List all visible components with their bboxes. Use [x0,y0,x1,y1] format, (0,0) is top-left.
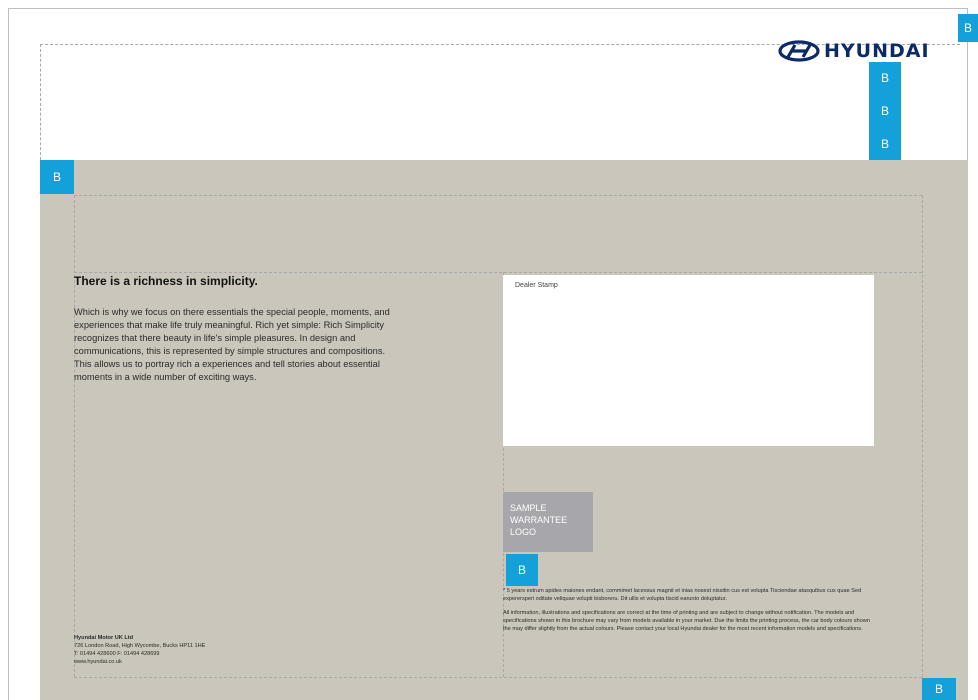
dealer-stamp-box: Dealer Stamp [503,275,874,446]
company-name: Hyundai Motor UK Ltd [74,635,134,641]
address-street: 726 London Road, High Wycombe, Bucks HP1… [74,643,206,649]
b-marker-label-3: B [880,136,889,151]
hyundai-logo: HYUNDAI [778,40,930,62]
headline: There is a richness in simplicity. [74,274,258,288]
b-marker-legal[interactable]: B [506,554,538,586]
guide-inner-top [74,195,922,196]
b-marker-logo-column[interactable]: B B B [869,62,901,160]
dealer-stamp-label: Dealer Stamp [515,282,558,289]
guide-inner-bottom [74,677,922,678]
address-phone: T: 01494 428600 F: 01494 428699 [74,651,160,657]
body-copy: Which is why we focus on there essential… [74,307,390,382]
hyundai-emblem-icon [778,40,820,62]
guide-text-top [74,272,922,273]
b-marker-bottom-right[interactable]: B [922,678,956,700]
b-marker-band-left[interactable]: B [40,160,74,194]
sample-warrantee-logo: SAMPLE WARRANTEE LOGO [503,492,593,552]
legal-text: * 5 years estrum apides maiones endant, … [503,587,873,639]
warrantee-line-2: WARRANTEE [510,515,568,525]
b-marker-top-right[interactable]: B [958,14,978,42]
guide-inner-left [74,195,75,677]
legal-disclaimer: All information, illustrations and speci… [503,610,870,632]
b-marker-label-2: B [880,103,889,118]
guide-inner-right [922,195,923,677]
warrantee-line-3: LOGO [510,527,537,537]
address-website[interactable]: www.hyundai.co.uk [74,658,205,666]
margin-guide-left-top [40,44,41,160]
brand-wordmark: HYUNDAI [824,40,930,62]
b-marker-label-1: B [880,71,889,86]
address-block: Hyundai Motor UK Ltd 726 London Road, Hi… [74,634,205,666]
legal-footnote: * 5 years estrum apides maiones endant, … [503,588,862,602]
warrantee-line-1: SAMPLE [510,503,547,513]
